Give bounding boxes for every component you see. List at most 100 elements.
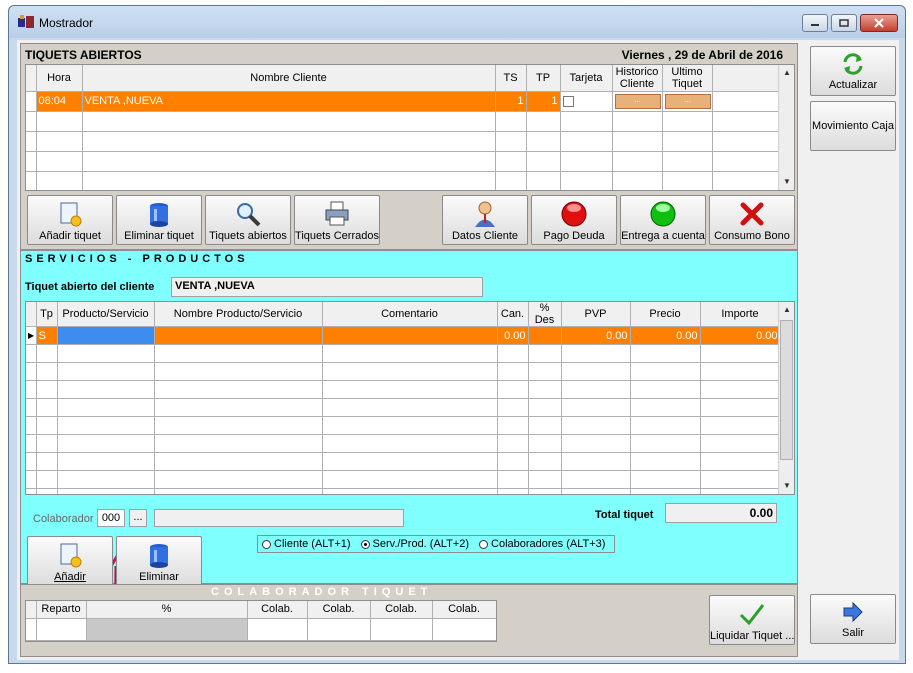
- cell-nombre-producto[interactable]: [154, 326, 323, 345]
- app-icon: [18, 15, 34, 28]
- col-colab-3[interactable]: Colab.: [370, 601, 433, 619]
- total-label: Total tiquet: [595, 509, 654, 521]
- add-line-button[interactable]: Añadir: [27, 536, 113, 586]
- delete-line-button[interactable]: Eliminar: [116, 536, 202, 586]
- colaborador-grid[interactable]: Reparto % Colab. Colab. Colab. Colab.: [25, 600, 497, 642]
- services-scrollbar[interactable]: ▲ ▼: [778, 302, 794, 494]
- maximize-button[interactable]: [831, 14, 857, 32]
- liquidate-ticket-button[interactable]: Liquidar Tiquet ...: [709, 595, 795, 645]
- consume-bono-button[interactable]: Consumo Bono: [709, 195, 795, 245]
- scroll-down-icon[interactable]: ▼: [779, 174, 794, 190]
- client-label: Tiquet abierto del cliente: [25, 281, 155, 293]
- radio-servprod[interactable]: Serv./Prod. (ALT+2): [360, 538, 469, 550]
- col-porcentaje[interactable]: %: [86, 601, 248, 619]
- cell-precio: 0.00: [630, 326, 701, 345]
- new-document-icon: [60, 543, 82, 568]
- add-ticket-button[interactable]: Añadir tiquet: [27, 195, 113, 245]
- radio-off-icon: [479, 539, 489, 549]
- radio-colaboradores[interactable]: Colaboradores (ALT+3): [479, 538, 605, 550]
- trash-bin-icon: [150, 544, 168, 568]
- colaborador-code-field[interactable]: 000: [97, 509, 125, 527]
- arrow-right-icon: [843, 601, 863, 623]
- pay-debt-button[interactable]: Pago Deuda: [531, 195, 617, 245]
- col-descuento[interactable]: % Des: [528, 302, 562, 327]
- green-circle-icon: [650, 201, 676, 227]
- delete-ticket-button[interactable]: Eliminar tiquet: [116, 195, 202, 245]
- col-comentario[interactable]: Comentario: [322, 302, 498, 327]
- tarjeta-checkbox[interactable]: [562, 95, 574, 107]
- red-x-icon: [740, 202, 764, 226]
- checkmark-icon: [739, 604, 765, 626]
- minimize-icon: [811, 24, 819, 26]
- col-precio[interactable]: Precio: [630, 302, 701, 327]
- colaborador-title: COLABORADOR TIQUET: [211, 586, 433, 598]
- table-row[interactable]: ▶ S 0.00 0.00 0.00 0.00: [26, 326, 781, 345]
- focus-radio-group: Cliente (ALT+1) Serv./Prod. (ALT+2) Cola…: [257, 535, 615, 553]
- refresh-icon: [843, 53, 863, 75]
- cash-movement-button[interactable]: Movimiento Caja: [810, 101, 896, 151]
- table-row[interactable]: 08:04 VENTA ,NUEVA 1 1 ... ...: [26, 91, 781, 112]
- col-reparto[interactable]: Reparto: [36, 601, 87, 619]
- col-importe[interactable]: Importe: [700, 302, 781, 327]
- cell-importe: 0.00: [700, 326, 781, 345]
- tickets-scrollbar[interactable]: ▲ ▼: [778, 65, 794, 190]
- exit-label: Salir: [841, 627, 864, 639]
- services-grid[interactable]: Tp Producto/Servicio Nombre Producto/Ser…: [25, 301, 795, 495]
- printer-icon: [325, 201, 349, 226]
- scroll-up-icon[interactable]: ▲: [779, 65, 794, 81]
- col-cantidad[interactable]: Can.: [497, 302, 529, 327]
- services-section: SERVICIOS - PRODUCTOS Tiquet abierto del…: [20, 250, 798, 643]
- col-historico[interactable]: Historico Cliente: [612, 65, 663, 92]
- cell-cantidad[interactable]: 0.00: [497, 326, 529, 345]
- col-tp-servicio[interactable]: Tp: [36, 302, 58, 327]
- open-tickets-title: TIQUETS ABIERTOS: [25, 48, 142, 62]
- close-button[interactable]: [860, 14, 898, 32]
- scroll-down-icon[interactable]: ▼: [779, 478, 794, 494]
- cell-descuento[interactable]: [528, 326, 562, 345]
- historico-button[interactable]: ...: [614, 94, 661, 109]
- col-producto[interactable]: Producto/Servicio: [57, 302, 155, 327]
- delivery-button[interactable]: Entrega a cuenta: [620, 195, 706, 245]
- col-colab-1[interactable]: Colab.: [247, 601, 308, 619]
- col-ts[interactable]: TS: [495, 65, 527, 92]
- delete-line-label: Eliminar: [139, 571, 179, 583]
- closed-tickets-button[interactable]: Tiquets Cerrados: [294, 195, 380, 245]
- consume-bono-label: Consumo Bono: [714, 230, 790, 242]
- title-bar: Mostrador: [9, 6, 905, 38]
- trash-bin-icon: [150, 203, 168, 227]
- minimize-button[interactable]: [802, 14, 828, 32]
- col-tp[interactable]: TP: [526, 65, 561, 92]
- client-data-button[interactable]: Datos Cliente: [442, 195, 528, 245]
- exit-button[interactable]: Salir: [810, 594, 896, 644]
- colaborador-name-field[interactable]: [154, 509, 404, 527]
- cell-comentario[interactable]: [322, 326, 498, 345]
- delete-ticket-label: Eliminar tiquet: [124, 230, 194, 242]
- col-pvp[interactable]: PVP: [561, 302, 631, 327]
- open-tickets-button[interactable]: Tiquets abiertos: [205, 195, 291, 245]
- liquidate-ticket-label: Liquidar Tiquet ...: [710, 630, 795, 642]
- open-tickets-section: TIQUETS ABIERTOS Viernes , 29 de Abril d…: [20, 43, 798, 250]
- user-icon: [475, 201, 495, 227]
- col-nombre-producto[interactable]: Nombre Producto/Servicio: [154, 302, 323, 327]
- col-hora[interactable]: Hora: [36, 65, 83, 92]
- side-panel: Actualizar Movimiento Caja Salir: [800, 43, 898, 657]
- col-ultimo[interactable]: Ultimo Tiquet: [662, 65, 713, 92]
- col-tarjeta[interactable]: Tarjeta: [560, 65, 613, 92]
- col-nombre-cliente[interactable]: Nombre Cliente: [82, 65, 496, 92]
- radio-off-icon: [262, 539, 271, 549]
- col-colab-4[interactable]: Colab.: [432, 601, 496, 619]
- col-colab-2[interactable]: Colab.: [307, 601, 371, 619]
- window-title: Mostrador: [39, 16, 94, 30]
- cell-producto[interactable]: [57, 326, 155, 345]
- ultimo-button[interactable]: ...: [664, 94, 711, 109]
- open-tickets-grid[interactable]: Hora Nombre Cliente TS TP Tarjeta Histor…: [25, 64, 795, 191]
- radio-on-icon: [360, 539, 370, 549]
- table-row[interactable]: [26, 618, 496, 641]
- client-field[interactable]: VENTA ,NUEVA: [171, 277, 483, 297]
- radio-cliente[interactable]: Cliente (ALT+1): [262, 538, 351, 550]
- refresh-button[interactable]: Actualizar: [810, 46, 896, 96]
- scroll-thumb[interactable]: [780, 320, 793, 460]
- colaborador-search-button[interactable]: ...: [129, 509, 147, 527]
- scroll-up-icon[interactable]: ▲: [779, 302, 794, 318]
- new-document-icon: [60, 202, 82, 227]
